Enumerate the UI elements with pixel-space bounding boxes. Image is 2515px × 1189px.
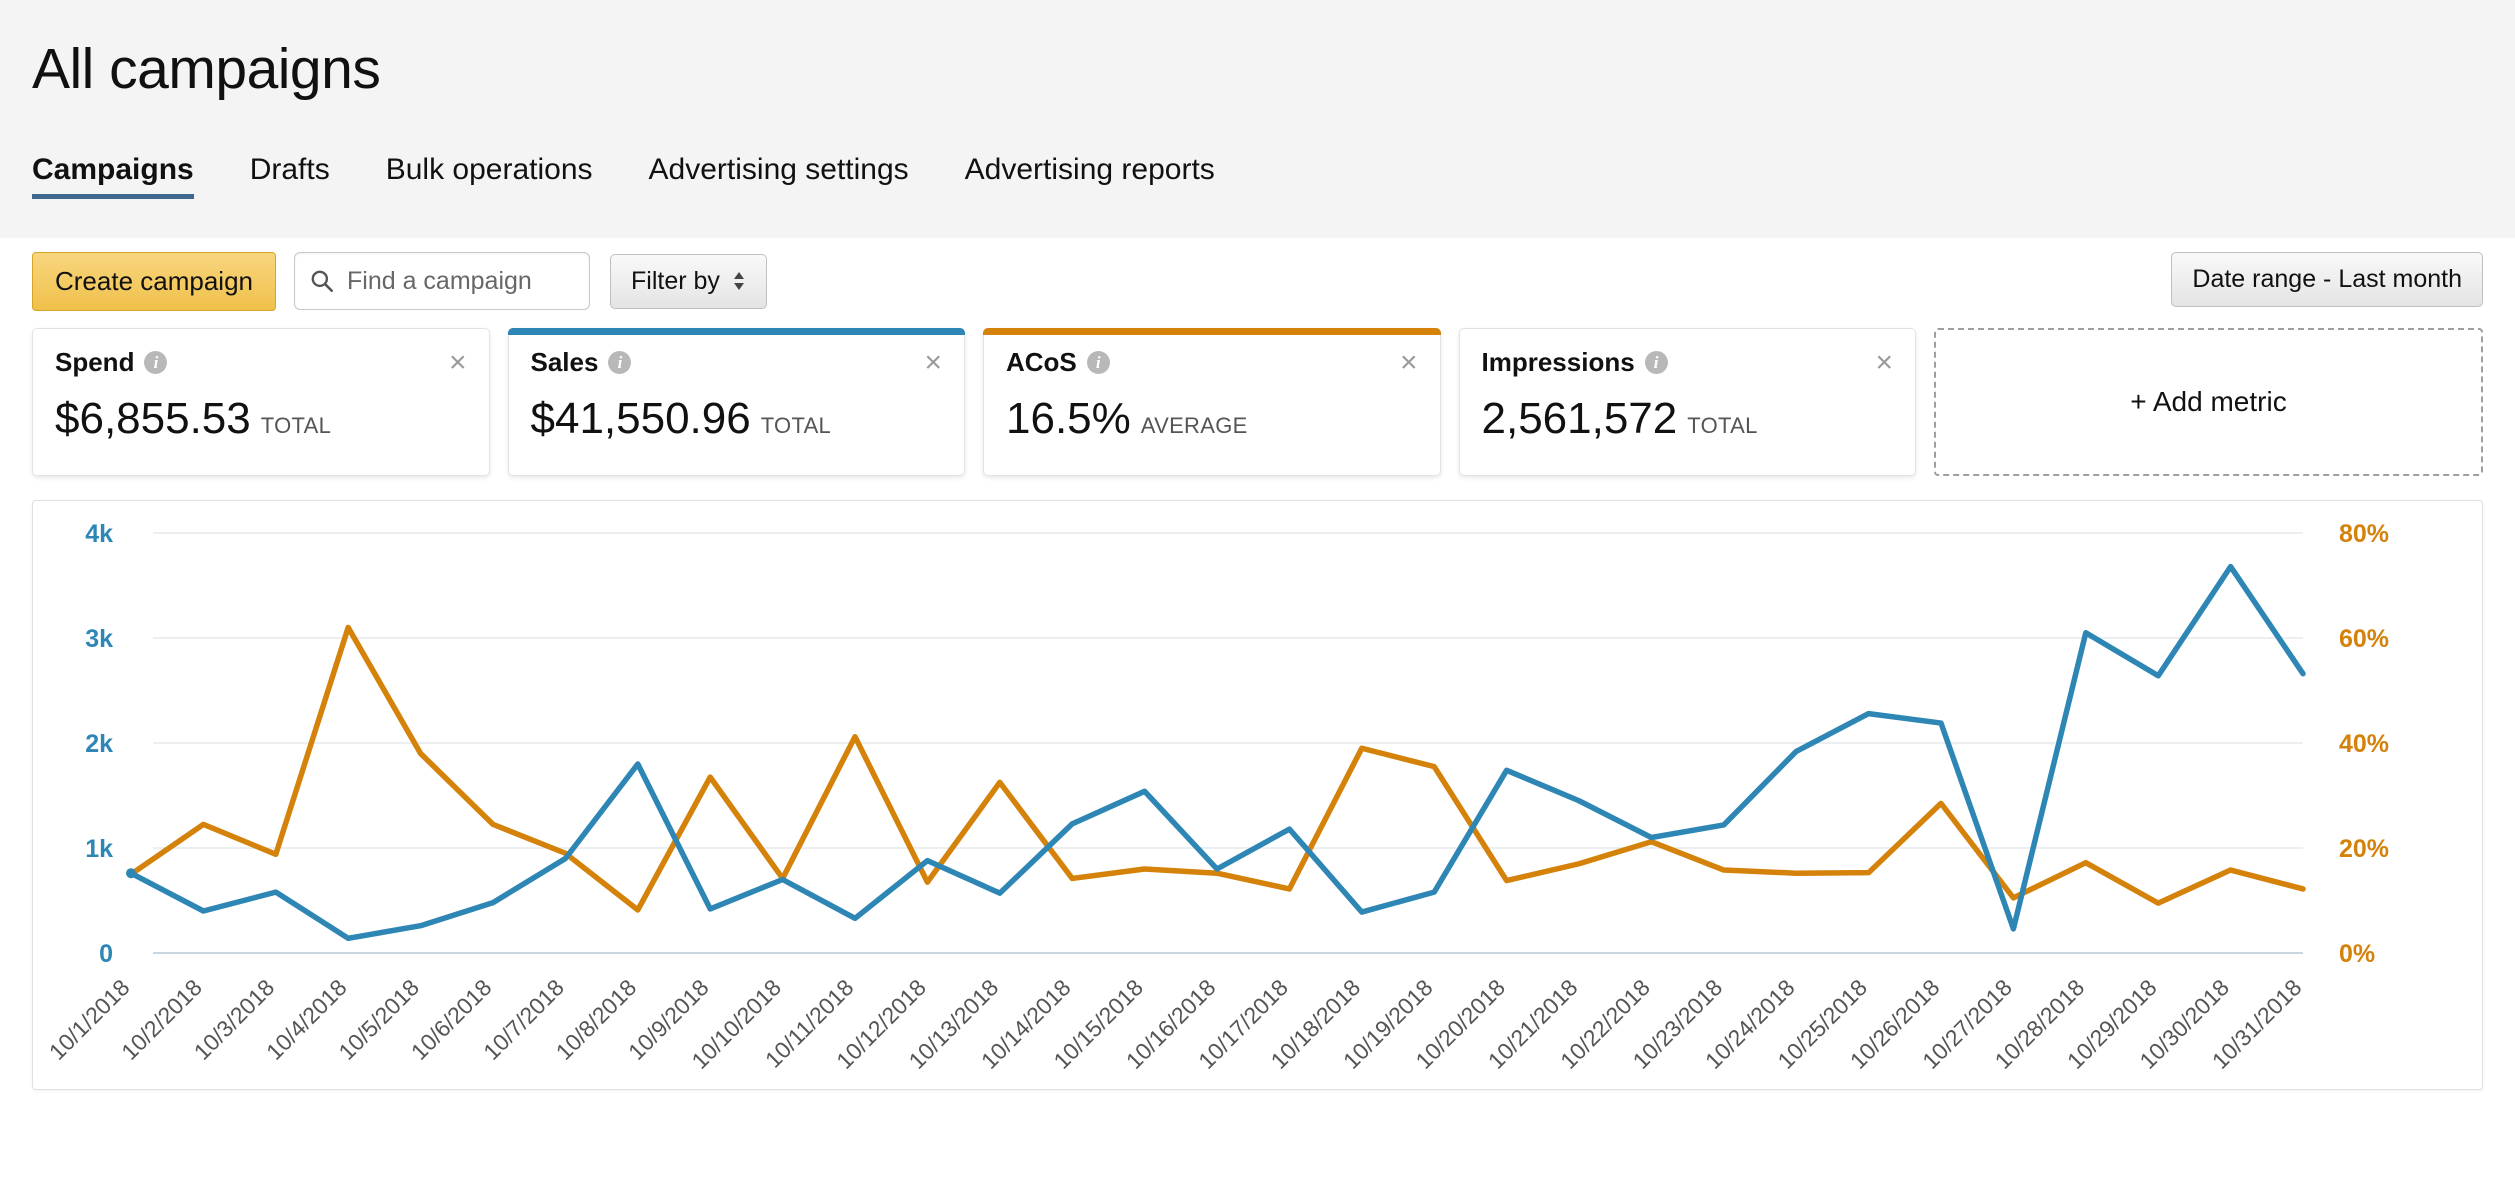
info-icon[interactable]: i xyxy=(144,351,168,374)
create-campaign-button[interactable]: Create campaign xyxy=(32,251,276,311)
tab-bulk-operations[interactable]: Bulk operations xyxy=(386,153,593,199)
info-icon[interactable]: i xyxy=(1644,351,1668,374)
tab-campaigns[interactable]: Campaigns xyxy=(32,153,194,199)
y-axis-left-tick: 1k xyxy=(85,835,113,863)
metric-label: Spend i xyxy=(55,347,168,378)
metric-name: Impressions xyxy=(1481,347,1635,377)
y-axis-right-tick: 0% xyxy=(2339,940,2375,968)
add-metric-label: + Add metric xyxy=(2130,386,2287,417)
card-accent-bar xyxy=(1459,328,1917,335)
close-icon[interactable]: × xyxy=(924,347,942,378)
metric-card-sales[interactable]: Sales i × $41,550.96 TOTAL xyxy=(507,328,965,476)
metric-label: Impressions i xyxy=(1482,347,1668,378)
metric-card-spend[interactable]: Spend i × $6,855.53 TOTAL xyxy=(32,328,490,476)
y-axis-left-tick: 0 xyxy=(99,940,113,968)
y-axis-left-tick: 4k xyxy=(85,520,113,548)
y-axis-right-tick: 40% xyxy=(2339,730,2389,758)
metrics-chart-panel: 0 1k 2k 3k 4k 0% 20% 40% 60% 80% 10/1/2018 10/2/201… xyxy=(32,500,2483,1090)
metric-card-acos[interactable]: ACoS i × 16.5% AVERAGE xyxy=(983,328,1441,476)
metric-value: 16.5% xyxy=(1006,394,1131,443)
card-accent-bar xyxy=(983,328,1441,335)
metric-name: Sales xyxy=(530,347,599,377)
date-range-button[interactable]: Date range - Last month xyxy=(2171,252,2483,307)
tab-label: Campaigns xyxy=(32,152,194,186)
info-icon[interactable]: i xyxy=(1086,351,1110,374)
series-start-point xyxy=(126,868,136,879)
metric-label: Sales i xyxy=(531,347,632,378)
info-icon[interactable]: i xyxy=(608,351,632,374)
tab-label: Bulk operations xyxy=(385,152,593,186)
search-input[interactable] xyxy=(345,265,575,297)
metric-value-row: 16.5% AVERAGE xyxy=(1006,394,1418,444)
y-axis-right-tick: 60% xyxy=(2339,625,2389,653)
y-axis-right-tick: 20% xyxy=(2339,835,2389,863)
search-box[interactable] xyxy=(294,252,590,310)
y-axis-right-tick: 80% xyxy=(2339,520,2389,548)
sort-arrows-icon xyxy=(732,270,746,292)
metric-label: ACoS i xyxy=(1006,347,1110,378)
metric-cards: Spend i × $6,855.53 TOTAL Sales i × $41,… xyxy=(0,328,2515,476)
metric-unit: TOTAL xyxy=(760,413,832,438)
page-title: All campaigns xyxy=(32,37,381,101)
metric-unit: AVERAGE xyxy=(1140,413,1248,438)
metric-unit: TOTAL xyxy=(1687,413,1758,438)
close-icon[interactable]: × xyxy=(449,347,467,378)
y-axis-left-tick: 3k xyxy=(85,625,113,653)
toolbar: Create campaign Filter by Date range - L… xyxy=(0,238,2515,324)
tab-advertising-reports[interactable]: Advertising reports xyxy=(965,153,1215,199)
card-accent-bar xyxy=(507,328,965,335)
close-icon[interactable]: × xyxy=(1875,347,1893,378)
metric-value: 2,561,572 xyxy=(1481,394,1678,443)
close-icon[interactable]: × xyxy=(1400,347,1418,378)
tab-label: Drafts xyxy=(249,152,330,186)
metric-value-row: 2,561,572 TOTAL xyxy=(1482,394,1894,444)
filter-by-label: Filter by xyxy=(631,266,720,295)
metric-unit: TOTAL xyxy=(260,413,332,438)
tab-label: Advertising reports xyxy=(964,152,1215,186)
tab-advertising-settings[interactable]: Advertising settings xyxy=(649,153,909,199)
metric-value-row: $41,550.96 TOTAL xyxy=(531,394,943,444)
metric-value: $41,550.96 xyxy=(530,394,751,443)
metric-name: ACoS xyxy=(1006,347,1077,377)
sales-line xyxy=(128,563,2306,942)
metric-name: Spend xyxy=(55,347,135,377)
add-metric-button[interactable]: + Add metric xyxy=(1934,328,2483,476)
page-header: All campaigns Campaigns Drafts Bulk oper… xyxy=(0,0,2515,238)
search-icon xyxy=(311,270,334,293)
y-axis-left-tick: 2k xyxy=(85,730,113,758)
filter-by-button[interactable]: Filter by xyxy=(610,253,767,309)
metric-card-impressions[interactable]: Impressions i × 2,561,572 TOTAL xyxy=(1458,328,1917,476)
metric-value-row: $6,855.53 TOTAL xyxy=(55,394,467,444)
card-accent-bar xyxy=(32,328,490,335)
metrics-line-chart: 01k2k3k4k0%20%40%60%80%10/1/201810/2/201… xyxy=(44,520,2389,1074)
tab-label: Advertising settings xyxy=(648,152,909,186)
tab-bar: Campaigns Drafts Bulk operations Adverti… xyxy=(32,129,2515,199)
tab-drafts[interactable]: Drafts xyxy=(250,153,330,199)
metric-value: $6,855.53 xyxy=(55,394,251,443)
